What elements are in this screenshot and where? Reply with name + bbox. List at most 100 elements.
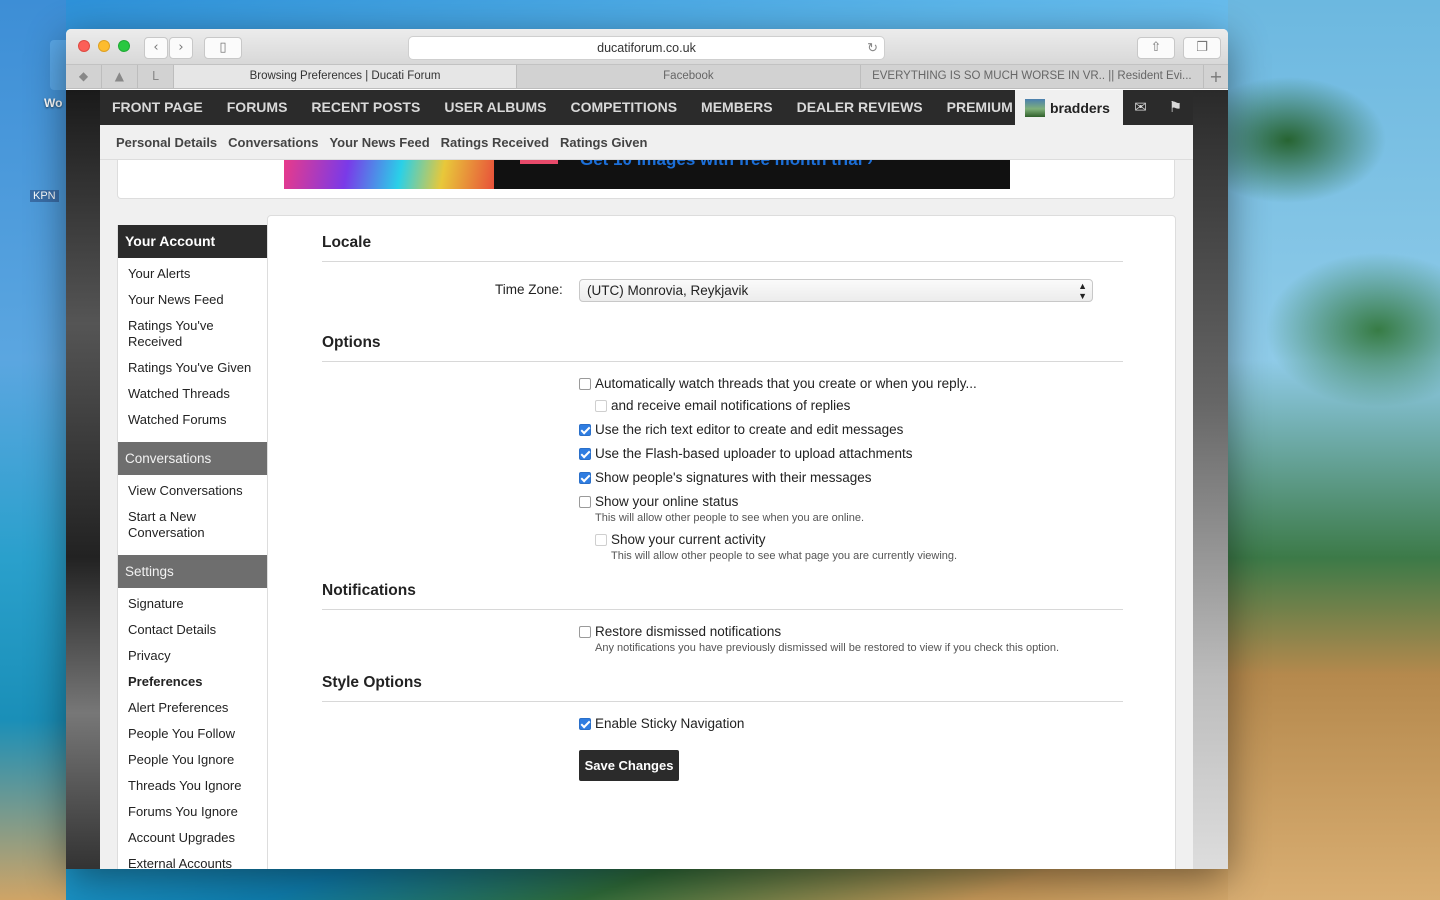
sidebar-item-view-conversations[interactable]: View Conversations bbox=[128, 478, 267, 504]
back-button[interactable]: ‹ bbox=[144, 37, 168, 59]
sidebar-item-ratings-received[interactable]: Ratings You've Received bbox=[128, 313, 228, 355]
subnav-ratings-received[interactable]: Ratings Received bbox=[438, 135, 557, 150]
subnav-ratings-given[interactable]: Ratings Given bbox=[557, 135, 655, 150]
new-tab-button[interactable]: + bbox=[1204, 65, 1228, 88]
flag-icon[interactable]: ⚑ bbox=[1158, 90, 1193, 125]
email-notifications-label: and receive email notifications of repli… bbox=[611, 398, 851, 413]
sidebar-account-list: Your Alerts Your News Feed Ratings You'v… bbox=[118, 258, 267, 442]
minimize-window-button[interactable] bbox=[98, 40, 110, 52]
sidebar-toggle-button[interactable]: ▯ bbox=[204, 37, 242, 59]
option-current-activity[interactable]: Show your current activity bbox=[595, 532, 766, 547]
show-signatures-checkbox[interactable] bbox=[579, 471, 591, 484]
nav-front-page[interactable]: FRONT PAGE bbox=[100, 90, 215, 125]
tab-facebook[interactable]: Facebook bbox=[517, 65, 861, 88]
envelope-icon[interactable]: ✉ bbox=[1123, 90, 1158, 125]
user-menu[interactable]: bradders bbox=[1015, 90, 1123, 125]
web-content: FRONT PAGE FORUMS RECENT POSTS USER ALBU… bbox=[66, 90, 1228, 869]
sidebar-item-forums-you-ignore[interactable]: Forums You Ignore bbox=[128, 799, 267, 825]
option-email-notifications[interactable]: and receive email notifications of repli… bbox=[595, 398, 850, 413]
nav-recent-posts[interactable]: RECENT POSTS bbox=[299, 90, 432, 125]
username: bradders bbox=[1050, 99, 1110, 116]
sidebar-item-contact-details[interactable]: Contact Details bbox=[128, 617, 267, 643]
desktop-icon-label: Wo bbox=[44, 96, 63, 110]
sticky-navigation-checkbox[interactable] bbox=[579, 717, 591, 730]
sidebar-heading-settings[interactable]: Settings bbox=[118, 555, 267, 588]
sidebar-item-external-accounts[interactable]: External Accounts bbox=[128, 851, 267, 869]
restore-notifications-label: Restore dismissed notifications bbox=[595, 624, 782, 639]
nav-forums[interactable]: FORUMS bbox=[215, 90, 300, 125]
select-arrows-icon: ▲ ▼ bbox=[1078, 281, 1087, 301]
sidebar-item-signature[interactable]: Signature bbox=[128, 591, 267, 617]
reload-icon[interactable]: ↻ bbox=[867, 37, 878, 59]
section-title-locale: Locale bbox=[322, 234, 372, 251]
zoom-window-button[interactable] bbox=[118, 40, 130, 52]
sidebar-item-start-conversation[interactable]: Start a New Conversation bbox=[128, 504, 228, 546]
nav-user-albums[interactable]: USER ALBUMS bbox=[432, 90, 558, 125]
forum-page: FRONT PAGE FORUMS RECENT POSTS USER ALBU… bbox=[100, 90, 1193, 869]
flash-uploader-checkbox[interactable] bbox=[579, 447, 591, 460]
nav-members[interactable]: MEMBERS bbox=[689, 90, 785, 125]
option-sticky-navigation[interactable]: Enable Sticky Navigation bbox=[579, 716, 744, 731]
nav-dealer-reviews[interactable]: DEALER REVIEWS bbox=[785, 90, 935, 125]
option-flash-uploader[interactable]: Use the Flash-based uploader to upload a… bbox=[579, 446, 912, 461]
tab-browsing-preferences[interactable]: Browsing Preferences | Ducati Forum bbox=[173, 65, 518, 88]
auto-watch-checkbox[interactable] bbox=[579, 377, 591, 390]
ad-banner[interactable]: Get 10 images with free month trial › bbox=[284, 160, 1010, 189]
restore-notifications-checkbox[interactable] bbox=[579, 625, 591, 638]
ad-text: Get 10 images with free month trial › bbox=[580, 160, 873, 170]
subnav-news-feed[interactable]: Your News Feed bbox=[326, 135, 437, 150]
share-button[interactable]: ⇧ bbox=[1137, 37, 1175, 59]
online-status-label: Show your online status bbox=[595, 494, 739, 509]
online-status-hint: This will allow other people to see when… bbox=[595, 512, 865, 524]
sidebar-item-people-you-ignore[interactable]: People You Ignore bbox=[128, 747, 267, 773]
sidebar-conversations-list: View Conversations Start a New Conversat… bbox=[118, 475, 267, 555]
rich-text-editor-label: Use the rich text editor to create and e… bbox=[595, 422, 904, 437]
title-bar: ‹ › ▯ ducatiforum.co.uk ↻ ⇧ ❐ bbox=[66, 29, 1228, 65]
pinned-tab-l[interactable]: L bbox=[138, 65, 174, 88]
email-notifications-checkbox[interactable] bbox=[595, 399, 607, 412]
sidebar-item-preferences[interactable]: Preferences bbox=[128, 669, 267, 695]
l-icon: L bbox=[152, 69, 159, 83]
sidebar-heading-your-account[interactable]: Your Account bbox=[118, 225, 267, 258]
option-restore-notifications[interactable]: Restore dismissed notifications bbox=[579, 624, 781, 639]
rich-text-editor-checkbox[interactable] bbox=[579, 423, 591, 436]
sidebar-item-people-you-follow[interactable]: People You Follow bbox=[128, 721, 267, 747]
forward-button[interactable]: › bbox=[169, 37, 193, 59]
pinned-tab-drive[interactable]: ▲ bbox=[102, 65, 138, 88]
nav-competitions[interactable]: COMPETITIONS bbox=[558, 90, 689, 125]
sidebar-item-account-upgrades[interactable]: Account Upgrades bbox=[128, 825, 267, 851]
sidebar-item-watched-threads[interactable]: Watched Threads bbox=[128, 381, 267, 407]
option-auto-watch[interactable]: Automatically watch threads that you cre… bbox=[579, 376, 977, 391]
show-tabs-button[interactable]: ❐ bbox=[1183, 37, 1221, 59]
option-show-signatures[interactable]: Show people's signatures with their mess… bbox=[579, 470, 871, 485]
close-window-button[interactable] bbox=[78, 40, 90, 52]
save-changes-button[interactable]: Save Changes bbox=[579, 750, 679, 781]
tab-youtube[interactable]: EVERYTHING IS SO MUCH WORSE IN VR.. || R… bbox=[861, 65, 1205, 88]
sidebar-item-watched-forums[interactable]: Watched Forums bbox=[128, 407, 267, 433]
sidebar-item-alert-preferences[interactable]: Alert Preferences bbox=[128, 695, 267, 721]
section-divider bbox=[322, 701, 1123, 702]
section-title-options: Options bbox=[322, 334, 381, 351]
subnav-conversations[interactable]: Conversations bbox=[225, 135, 326, 150]
tabs-overview-icon: ❐ bbox=[1196, 40, 1208, 55]
address-bar[interactable]: ducatiforum.co.uk ↻ bbox=[408, 36, 885, 60]
subnav-personal-details[interactable]: Personal Details bbox=[113, 135, 225, 150]
desktop-folder-icon[interactable] bbox=[50, 40, 66, 90]
option-online-status[interactable]: Show your online status bbox=[579, 494, 738, 509]
current-activity-checkbox[interactable] bbox=[595, 533, 607, 546]
option-rich-text-editor[interactable]: Use the rich text editor to create and e… bbox=[579, 422, 903, 437]
section-title-notifications: Notifications bbox=[322, 582, 416, 599]
timezone-select[interactable]: (UTC) Monrovia, Reykjavik ▲ ▼ bbox=[579, 279, 1093, 302]
online-status-checkbox[interactable] bbox=[579, 495, 591, 508]
sidebar-item-ratings-given[interactable]: Ratings You've Given bbox=[128, 355, 267, 381]
section-divider bbox=[322, 609, 1123, 610]
sidebar-item-privacy[interactable]: Privacy bbox=[128, 643, 267, 669]
auto-watch-label: Automatically watch threads that you cre… bbox=[595, 376, 977, 391]
sidebar-item-your-alerts[interactable]: Your Alerts bbox=[128, 261, 267, 287]
nav-premium[interactable]: PREMIUM bbox=[935, 90, 1025, 125]
pinned-tab-dropbox[interactable]: ◆ bbox=[66, 65, 102, 88]
sidebar-heading-conversations[interactable]: Conversations bbox=[118, 442, 267, 475]
sidebar-item-your-news-feed[interactable]: Your News Feed bbox=[128, 287, 267, 313]
sidebar-item-threads-you-ignore[interactable]: Threads You Ignore bbox=[128, 773, 267, 799]
tab-bar: ◆ ▲ L Browsing Preferences | Ducati Foru… bbox=[66, 65, 1228, 89]
